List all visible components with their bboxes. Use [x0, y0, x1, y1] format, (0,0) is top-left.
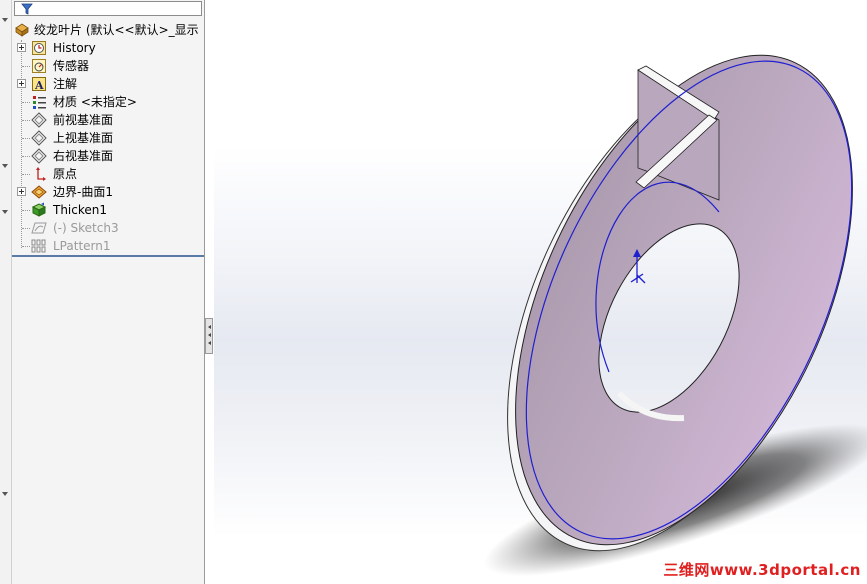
plane-icon: [31, 148, 47, 164]
expand-icon[interactable]: [17, 187, 26, 196]
tree-item-label: 传感器: [53, 59, 90, 73]
graphics-viewport[interactable]: 三维网www.3dportal.cn: [214, 0, 867, 584]
filter-icon[interactable]: [21, 3, 33, 15]
tree-item-label: 前视基准面: [53, 113, 114, 127]
tree-item-thicken[interactable]: Thicken1: [12, 201, 204, 219]
linear-pattern-icon: [31, 239, 46, 253]
feature-manager-tree: 绞龙叶片 (默认<<默认>_显示 History 传感器 A 注解 材质 <未指…: [12, 0, 205, 584]
tree-item-sketch3[interactable]: (-) Sketch3: [12, 219, 204, 237]
tree-item-material[interactable]: 材质 <未指定>: [12, 93, 204, 111]
strip-arrow-icon[interactable]: [2, 492, 8, 496]
tree-item-label: 材质 <未指定>: [53, 95, 137, 109]
tree-item-right-plane[interactable]: 右视基准面: [12, 147, 204, 165]
plane-icon: [31, 130, 47, 146]
tree-item-label: 注解: [53, 77, 78, 91]
tree-root-part[interactable]: 绞龙叶片 (默认<<默认>_显示: [12, 21, 204, 39]
tree-item-origin[interactable]: 原点: [12, 165, 204, 183]
part-icon: [15, 23, 29, 37]
tree-item-label: (-) Sketch3: [53, 221, 119, 235]
part-name-label: 绞龙叶片 (默认<<默认>_显示: [34, 23, 199, 37]
tree-item-top-plane[interactable]: 上视基准面: [12, 129, 204, 147]
tree-item-sensors[interactable]: 传感器: [12, 57, 204, 75]
model-view[interactable]: [214, 0, 867, 584]
tree-item-label: 右视基准面: [53, 149, 114, 163]
svg-text:A: A: [34, 79, 44, 92]
strip-arrow-icon[interactable]: [2, 18, 8, 22]
strip-arrow-icon[interactable]: [2, 210, 8, 214]
strip-arrow-icon[interactable]: [2, 164, 8, 168]
watermark-text: 三维网www.3dportal.cn: [663, 561, 861, 579]
left-toolbar-strip: [0, 0, 12, 584]
panel-collapse-handle[interactable]: [205, 318, 213, 354]
tree-item-label: 上视基准面: [53, 131, 114, 145]
tree-item-label: 原点: [53, 167, 78, 181]
plane-icon: [31, 112, 47, 128]
tree-item-label: Thicken1: [53, 203, 108, 217]
tree-filter-bar[interactable]: [14, 1, 202, 16]
tree-item-annotations[interactable]: A 注解: [12, 75, 204, 93]
thicken-icon: [31, 202, 47, 217]
tree-item-history[interactable]: History: [12, 39, 204, 57]
history-icon: [32, 41, 46, 55]
rollback-bar[interactable]: [12, 255, 204, 257]
boundary-surface-icon: [31, 185, 47, 199]
tree-item-label: History: [53, 41, 96, 55]
tree-item-front-plane[interactable]: 前视基准面: [12, 111, 204, 129]
tree-item-lpattern[interactable]: LPattern1: [12, 237, 204, 255]
tree-item-label: 边界-曲面1: [53, 185, 113, 199]
sketch-icon: [31, 222, 47, 234]
origin-icon: [36, 167, 46, 181]
expand-icon[interactable]: [17, 79, 26, 88]
material-icon: [33, 96, 46, 109]
sensor-icon: [32, 59, 46, 73]
annotation-icon: A: [32, 77, 46, 92]
tree-item-boundary-surface[interactable]: 边界-曲面1: [12, 183, 204, 201]
expand-icon[interactable]: [17, 43, 26, 52]
tree-item-label: LPattern1: [53, 239, 111, 253]
